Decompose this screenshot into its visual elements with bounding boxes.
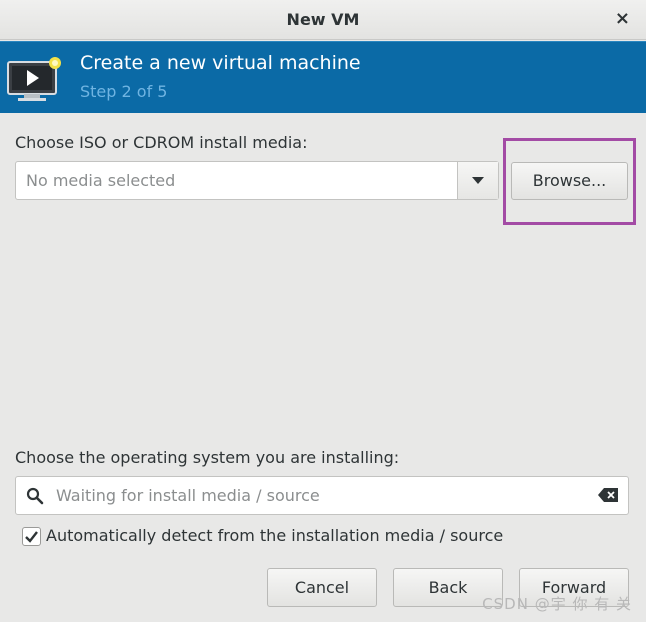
window-title: New VM (286, 10, 360, 29)
autodetect-checkbox[interactable] (22, 527, 41, 546)
media-entry[interactable]: No media selected (16, 162, 458, 199)
os-label: Choose the operating system you are inst… (15, 448, 400, 467)
watermark: CSDN @宇 你 有 关 (482, 595, 632, 613)
search-placeholder: Waiting for install media / source (56, 486, 320, 505)
dropdown-button[interactable] (458, 162, 498, 199)
cancel-button[interactable]: Cancel (267, 568, 377, 607)
media-label: Choose ISO or CDROM install media: (15, 133, 308, 152)
banner-heading: Create a new virtual machine (80, 52, 361, 74)
search-icon (26, 487, 44, 505)
clear-icon[interactable] (598, 488, 618, 502)
step-indicator: Step 2 of 5 (80, 82, 168, 101)
annotation-highlight-box (503, 138, 636, 225)
wizard-banner: Create a new virtual machine Step 2 of 5 (0, 41, 646, 113)
window-titlebar: New VM × (0, 0, 646, 40)
chevron-down-icon (472, 176, 484, 184)
autodetect-label[interactable]: Automatically detect from the installati… (46, 526, 503, 545)
close-icon[interactable]: × (615, 8, 630, 29)
media-combobox[interactable]: No media selected (15, 161, 499, 200)
vm-monitor-icon (7, 57, 61, 101)
os-search-input[interactable]: Waiting for install media / source (15, 476, 629, 515)
checkmark-icon (25, 531, 38, 543)
